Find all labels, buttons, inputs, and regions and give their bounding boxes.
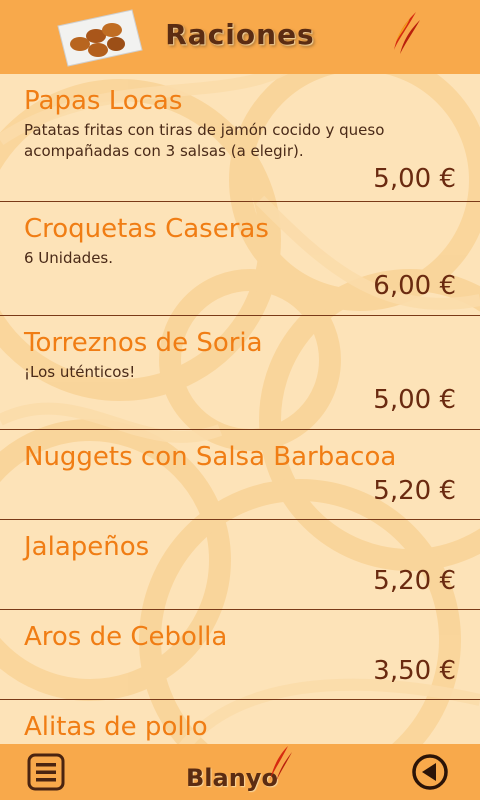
menu-item-name: Alitas de pollo [24,712,208,742]
menu-item[interactable]: Aros de Cebolla 3,50 € [0,610,480,700]
brand-flame-icon [270,746,292,782]
menu-item-price: 6,00 € [373,271,456,301]
flame-icon [394,12,420,54]
menu-item-price: 5,00 € [373,164,456,194]
header-bar: Raciones [0,0,480,74]
back-arrow-icon[interactable] [410,752,450,792]
menu-item-name: Torreznos de Soria [24,328,263,358]
menu-icon[interactable] [26,752,66,792]
menu-item-name: Papas Locas [24,86,183,116]
menu-item[interactable]: Alitas de pollo [0,700,480,744]
brand-logo-text: Blanyo [186,764,278,792]
menu-item-price: 3,50 € [373,656,456,686]
menu-item[interactable]: Croquetas Caseras 6 Unidades. 6,00 € [0,202,480,316]
menu-item-price: 5,00 € [373,385,456,415]
menu-item[interactable]: Jalapeños 5,20 € [0,520,480,610]
footer-bar: Blanyo [0,744,480,800]
menu-item-name: Croquetas Caseras [24,214,269,244]
menu-item-name: Nuggets con Salsa Barbacoa [24,442,397,472]
menu-item-name: Aros de Cebolla [24,622,228,652]
menu-item-description: 6 Unidades. [24,249,114,267]
menu-item[interactable]: Torreznos de Soria ¡Los uténticos! 5,00 € [0,316,480,430]
menu-item-price: 5,20 € [373,566,456,596]
menu-list[interactable]: Papas Locas Patatas fritas con tiras de j… [0,74,480,744]
menu-item-name: Jalapeños [24,532,150,562]
menu-item-description: ¡Los uténticos! [24,363,136,381]
menu-item-price: 5,20 € [373,476,456,506]
menu-item[interactable]: Papas Locas Patatas fritas con tiras de j… [0,74,480,202]
menu-item-description: Patatas fritas con tiras de jamón cocido… [24,121,385,160]
menu-item[interactable]: Nuggets con Salsa Barbacoa 5,20 € [0,430,480,520]
